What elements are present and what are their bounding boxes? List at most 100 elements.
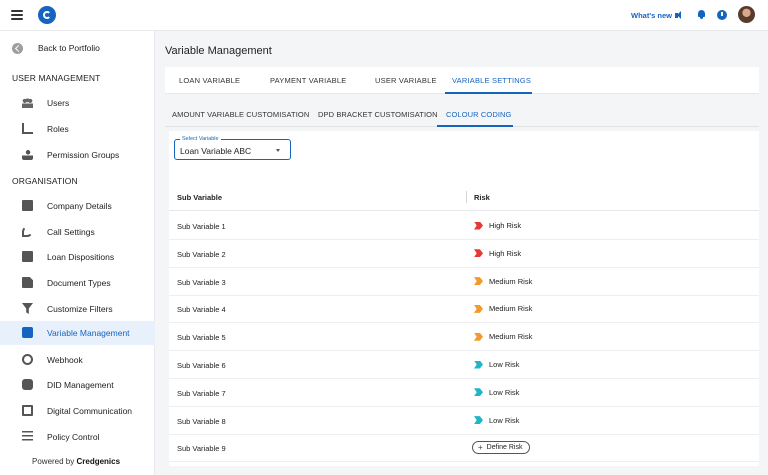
risk-label: Medium Risk bbox=[489, 304, 533, 314]
webhook-icon bbox=[22, 354, 33, 365]
risk-label: Medium Risk bbox=[489, 276, 533, 286]
risk-level[interactable]: High Risk bbox=[474, 221, 521, 230]
table-row: Sub Variable 3 Medium Risk bbox=[169, 268, 759, 296]
tab-loan-variable[interactable]: LOAN VARIABLE bbox=[179, 76, 240, 85]
whats-new-link[interactable]: What's new bbox=[631, 11, 683, 20]
sidebar-item-company-details[interactable]: Company Details bbox=[0, 194, 155, 218]
chevron-down-icon[interactable] bbox=[276, 149, 280, 152]
sidebar-item-digital-communication[interactable]: Digital Communication bbox=[0, 399, 155, 423]
sidebar-item-loan-dispositions[interactable]: Loan Dispositions bbox=[0, 245, 155, 269]
sidebar-item-document-types[interactable]: Document Types bbox=[0, 271, 155, 295]
sidebar-item-variable-management[interactable]: Variable Management bbox=[0, 321, 155, 345]
risk-flag-icon bbox=[474, 277, 483, 286]
powered-by: Powered by Credgenics bbox=[32, 457, 120, 466]
sidebar-item-users[interactable]: Users bbox=[0, 91, 155, 115]
risk-level[interactable]: Low Risk bbox=[474, 416, 519, 425]
sidebar-item-label: Webhook bbox=[47, 355, 83, 365]
document-icon bbox=[22, 277, 33, 288]
sub-variable-name: Sub Variable 9 bbox=[177, 444, 226, 454]
risk-level[interactable]: Medium Risk bbox=[474, 304, 532, 313]
back-label[interactable]: Back to Portfolio bbox=[38, 43, 100, 53]
section-organisation: ORGANISATION bbox=[12, 176, 78, 186]
header-sub-variable: Sub Variable bbox=[177, 193, 223, 202]
sidebar-item-customize-filters[interactable]: Customize Filters bbox=[0, 297, 155, 321]
sub-variable-name: Sub Variable 3 bbox=[177, 277, 226, 287]
risk-label: High Risk bbox=[489, 221, 522, 230]
define-risk-button[interactable]: + Define Risk bbox=[472, 441, 531, 455]
sidebar-item-label: DID Management bbox=[47, 380, 114, 390]
roles-icon bbox=[22, 123, 33, 134]
table-row: Sub Variable 9 + Define Risk bbox=[169, 434, 759, 463]
app-logo[interactable] bbox=[38, 6, 56, 24]
clock-icon[interactable] bbox=[717, 10, 727, 20]
bell-icon[interactable] bbox=[697, 9, 706, 20]
sidebar-item-label: Policy Control bbox=[47, 432, 100, 442]
section-user-management: USER MANAGEMENT bbox=[12, 73, 101, 83]
risk-label: Low Risk bbox=[489, 387, 520, 397]
risk-level[interactable]: Low Risk bbox=[474, 388, 519, 397]
sidebar-item-permission-groups[interactable]: Permission Groups bbox=[0, 143, 155, 167]
sidebar: Back to Portfolio USER MANAGEMENT Users … bbox=[0, 31, 155, 475]
filter-icon bbox=[22, 303, 33, 314]
permission-groups-icon bbox=[22, 149, 33, 160]
settings-subtabs: AMOUNT VARIABLE CUSTOMISATION DPD BRACKE… bbox=[165, 103, 759, 127]
sidebar-item-did-management[interactable]: DID Management bbox=[0, 373, 155, 397]
company-details-icon bbox=[22, 200, 33, 211]
tab-amount-variable-customisation[interactable]: AMOUNT VARIABLE CUSTOMISATION bbox=[172, 110, 309, 119]
sidebar-item-label: Call Settings bbox=[47, 227, 95, 237]
sub-variable-name: Sub Variable 7 bbox=[177, 388, 226, 398]
sidebar-item-label: Digital Communication bbox=[47, 406, 133, 416]
risk-level[interactable]: Medium Risk bbox=[474, 277, 532, 286]
sidebar-item-label: Variable Management bbox=[47, 328, 130, 338]
plus-icon: + bbox=[478, 442, 483, 452]
whats-new-label[interactable]: What's new bbox=[631, 11, 672, 20]
avatar[interactable] bbox=[738, 6, 755, 23]
sidebar-item-webhook[interactable]: Webhook bbox=[0, 348, 155, 372]
table-row: Sub Variable 4 Medium Risk bbox=[169, 295, 759, 324]
active-tab-indicator bbox=[445, 92, 532, 94]
tab-payment-variable[interactable]: PAYMENT VARIABLE bbox=[270, 76, 346, 85]
sub-variable-name: Sub Variable 5 bbox=[177, 333, 226, 343]
table-header: Sub Variable Risk bbox=[169, 183, 759, 211]
sidebar-item-label: Customize Filters bbox=[47, 304, 113, 314]
header-risk: Risk bbox=[474, 193, 490, 202]
sliders-icon bbox=[22, 431, 33, 442]
sub-variable-name: Sub Variable 1 bbox=[177, 222, 226, 231]
table-row: Sub Variable 7 Low Risk bbox=[169, 379, 759, 407]
sub-variable-name: Sub Variable 8 bbox=[177, 416, 226, 426]
sub-variable-name: Sub Variable 2 bbox=[177, 249, 226, 259]
speaker-icon bbox=[674, 11, 683, 20]
select-variable-value[interactable]: Loan Variable ABC bbox=[180, 146, 251, 156]
chat-icon bbox=[22, 405, 33, 416]
sidebar-item-call-settings[interactable]: Call Settings bbox=[0, 220, 155, 244]
table-row: Sub Variable 8 Low Risk bbox=[169, 407, 759, 435]
hamburger-icon[interactable] bbox=[11, 10, 23, 20]
variable-icon bbox=[22, 327, 33, 338]
risk-flag-icon bbox=[474, 249, 483, 258]
sidebar-item-roles[interactable]: Roles bbox=[0, 117, 155, 141]
sidebar-item-label: Document Types bbox=[47, 278, 111, 288]
powered-prefix: Powered by bbox=[32, 457, 75, 466]
define-risk-label: Define Risk bbox=[486, 444, 523, 452]
back-to-portfolio-link[interactable]: Back to Portfolio bbox=[0, 38, 155, 60]
risk-level[interactable]: Low Risk bbox=[474, 360, 519, 369]
powered-brand: Credgenics bbox=[76, 457, 121, 466]
tab-colour-coding[interactable]: COLOUR CODING bbox=[446, 110, 511, 119]
select-variable-label: Select Variable bbox=[180, 136, 221, 142]
risk-level[interactable]: High Risk bbox=[474, 249, 521, 258]
sub-variable-name: Sub Variable 4 bbox=[177, 305, 226, 315]
tab-user-variable[interactable]: USER VARIABLE bbox=[375, 76, 437, 85]
loan-dispositions-icon bbox=[22, 251, 33, 262]
users-icon bbox=[22, 97, 33, 108]
back-arrow-icon bbox=[12, 43, 23, 54]
table-row: Sub Variable 2 High Risk bbox=[169, 240, 759, 268]
tab-dpd-bracket-customisation[interactable]: DPD BRACKET CUSTOMISATION bbox=[318, 110, 438, 119]
column-divider bbox=[466, 191, 467, 203]
risk-level[interactable]: Medium Risk bbox=[474, 332, 532, 341]
risk-flag-icon bbox=[474, 304, 483, 313]
table-row: Sub Variable 1 High Risk bbox=[169, 212, 759, 240]
top-bar: What's new bbox=[0, 0, 768, 31]
tab-variable-settings[interactable]: VARIABLE SETTINGS bbox=[452, 76, 531, 85]
phone-icon bbox=[22, 226, 33, 237]
sidebar-item-policy-control[interactable]: Policy Control bbox=[0, 425, 155, 449]
